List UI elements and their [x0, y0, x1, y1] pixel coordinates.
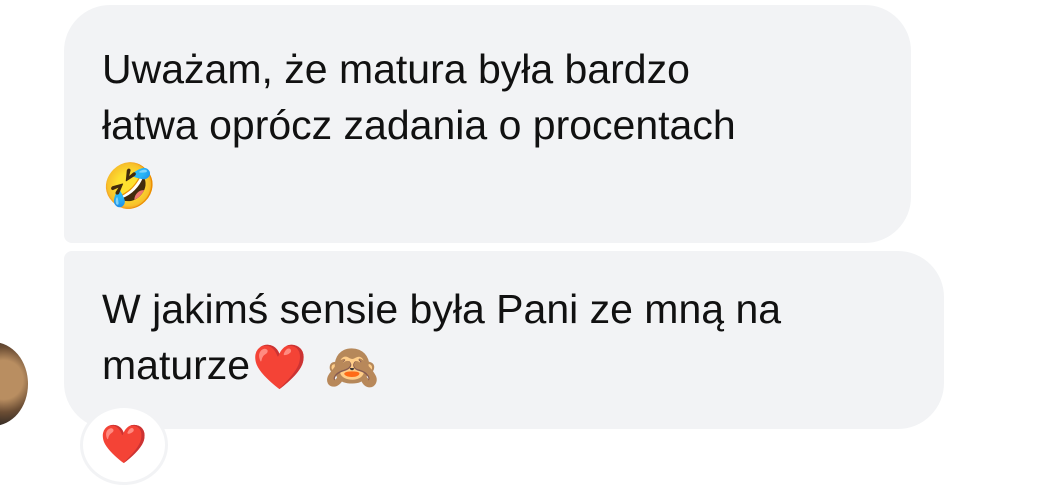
rolling-laughing-emoji-icon: 🤣 [102, 161, 157, 213]
reaction-badge[interactable]: ❤️ [80, 405, 168, 485]
heart-emoji-icon: ❤️ [252, 342, 307, 394]
avatar[interactable] [0, 342, 28, 426]
message-text-line: W jakimś sensie była Pani ze mną na [102, 286, 782, 332]
heart-reaction-icon: ❤️ [100, 422, 148, 466]
message-text-line: łatwa oprócz zadania o procentach [102, 102, 736, 148]
message-text-line: Uważam, że matura była bardzo [102, 46, 690, 92]
message-bubble[interactable]: Uważam, że matura była bardzo łatwa opró… [64, 5, 911, 243]
message-bubble[interactable]: W jakimś sensie była Pani ze mną na matu… [64, 251, 944, 429]
message-text-line: maturze [102, 342, 251, 388]
see-no-evil-monkey-emoji-icon: 🙈 [324, 342, 380, 394]
